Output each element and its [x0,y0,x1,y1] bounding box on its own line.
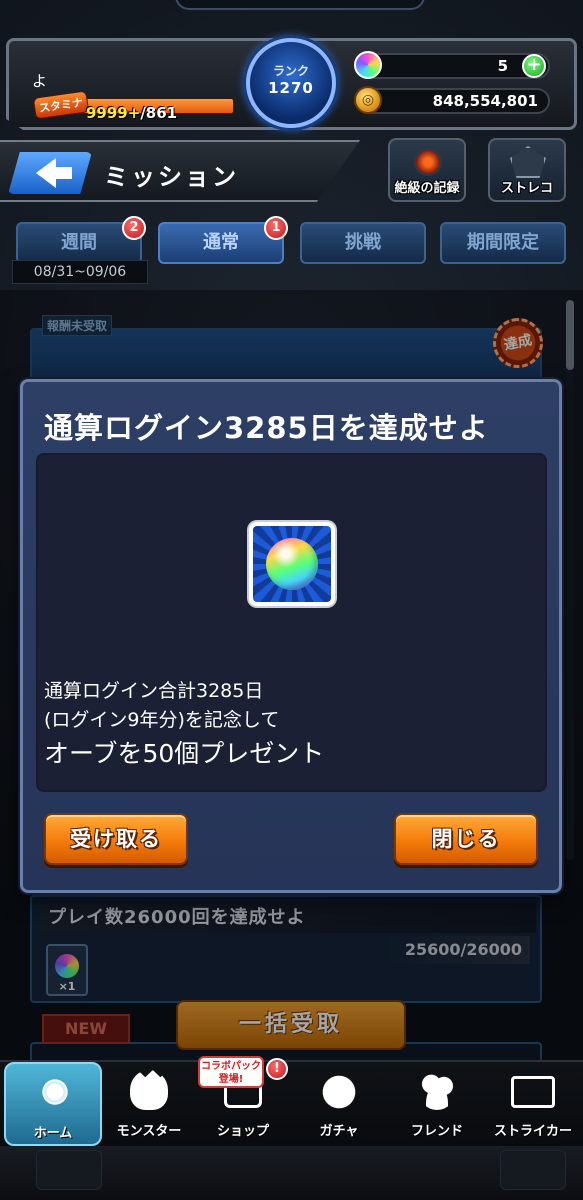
tab-label: 挑戦 [345,232,381,253]
home-icon [36,1072,74,1112]
tab-weekly[interactable]: 週間 2 [16,216,146,264]
nav-home[interactable]: ホーム [4,1062,102,1146]
notification-badge: 1 [264,216,288,240]
top-edge-frame [175,0,425,10]
stamina-max: /861 [140,104,178,122]
gold-coin-icon: ◎ [354,86,382,114]
stamina-current: 9999+ [86,104,141,122]
stamina-value: 9999+/861 [86,104,177,122]
nav-label: ホーム [33,1126,73,1141]
notification-badge: 2 [122,216,146,240]
gold-count: 848,554,801 [432,92,538,110]
nav-label: ショップ [216,1124,269,1139]
nav-label: モンスター [116,1124,182,1139]
alert-badge: ! [266,1058,288,1080]
gacha-icon [320,1070,358,1110]
dialog-description-line: 通算ログイン合計3285日 [44,680,264,702]
tab-label: 期間限定 [467,232,539,253]
nav-label: ストライカー [493,1124,572,1139]
monster-icon [130,1070,168,1110]
rank-value: 1270 [268,79,314,97]
rank-badge[interactable]: ランク 1270 [246,38,336,128]
record-icon [414,148,442,176]
nav-friend[interactable]: フレンド [388,1062,486,1146]
nav-label: フレンド [410,1124,463,1139]
strip-item [36,1150,102,1190]
strelo-label: ストレコ [500,181,553,196]
date-range: 08/31~09/06 [12,260,148,284]
record-button[interactable]: 絶級の記録 [388,138,466,202]
page-title: ミッション [104,163,239,191]
reward-background [253,526,331,602]
tab-label: 通常 [203,232,239,253]
nav-monster[interactable]: モンスター [100,1062,198,1146]
nav-label: ガチャ [319,1124,359,1139]
pentagon-chart-icon [510,146,546,178]
tab-normal[interactable]: 通常 1 [158,216,288,264]
receive-button[interactable]: 受け取る [44,813,188,865]
orb-count: 5 [497,57,508,75]
collab-pack-badge: コラボパック 登場! [198,1056,264,1088]
nav-striker[interactable]: ストライカー [484,1062,582,1146]
back-button[interactable] [8,152,92,194]
tab-label: 週間 [61,232,97,253]
tab-limited[interactable]: 期間限定 [440,222,566,264]
nav-gacha[interactable]: ガチャ [290,1062,388,1146]
dialog-title: 通算ログイン3285日を達成せよ [44,411,489,445]
tab-challenge[interactable]: 挑戦 [300,222,426,264]
add-orb-button[interactable]: + [522,54,546,78]
reward-item [249,522,335,606]
strip-item [500,1150,566,1190]
rank-label: ランク [272,64,309,78]
gold-counter: ◎ 848,554,801 [354,86,550,114]
striker-icon [511,1076,555,1108]
back-arrow-stem [52,167,72,179]
dialog-description-line: (ログイン9年分)を記念して [44,709,280,731]
record-label: 絶級の記録 [394,181,460,196]
orb-counter: 5 + [354,51,550,79]
friend-icon [418,1070,456,1110]
orb-icon [354,51,382,79]
strelo-button[interactable]: ストレコ [488,138,566,202]
close-button[interactable]: 閉じる [394,813,538,865]
dialog-description-line: オーブを50個プレゼント [44,739,325,768]
orb-icon [266,538,318,590]
player-name: よ [32,72,48,90]
